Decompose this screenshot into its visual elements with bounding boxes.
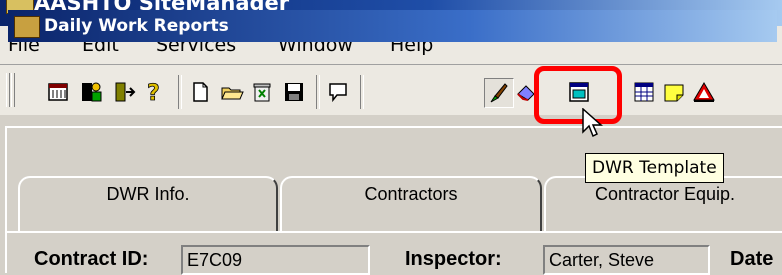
bulldozer-icon [14,16,40,38]
tab-contractor-equip[interactable]: Contractor Equip. [544,176,782,232]
tab-label: Contractor Equip. [594,184,736,204]
tab-divider [5,231,782,233]
recycle-bin-icon[interactable] [248,78,276,106]
child-window-title-bar: Daily Work Reports [8,10,777,42]
tab-label: DWR Info. [106,184,190,204]
toolbar-grip[interactable] [11,73,15,107]
calendar-icon[interactable] [44,78,72,106]
date-label: Date [730,248,774,270]
calendar-grid-icon[interactable] [630,78,658,106]
speech-bubble-icon[interactable] [324,78,352,106]
toolbar-separator [360,75,364,109]
toolbar: ? [0,65,782,115]
warning-triangle-icon[interactable] [690,78,718,106]
mouse-cursor-icon [582,108,603,138]
save-disk-icon[interactable] [280,78,308,106]
svg-text:?: ? [147,81,160,104]
open-folder-icon[interactable] [218,78,246,106]
new-document-icon[interactable] [186,78,214,106]
tab-contractors[interactable]: Contractors [280,176,542,232]
tab-label: Contractors [364,184,458,204]
exit-door-icon[interactable] [110,78,138,106]
brush-icon[interactable] [484,78,514,108]
toolbar-separator [178,75,182,109]
tooltip: DWR Template [585,153,724,183]
child-window-title: Daily Work Reports [44,16,229,36]
sticky-note-icon[interactable] [660,78,688,106]
worker-icon[interactable] [78,78,106,106]
inspector-label: Inspector: [405,248,502,270]
help-question-icon[interactable]: ? [140,78,168,106]
toolbar-separator [316,75,320,109]
toolbar-grip[interactable] [6,73,10,107]
highlight-box [534,66,622,124]
contract-id-label: Contract ID: [34,248,149,270]
tab-dwr-info[interactable]: DWR Info. [18,176,278,232]
